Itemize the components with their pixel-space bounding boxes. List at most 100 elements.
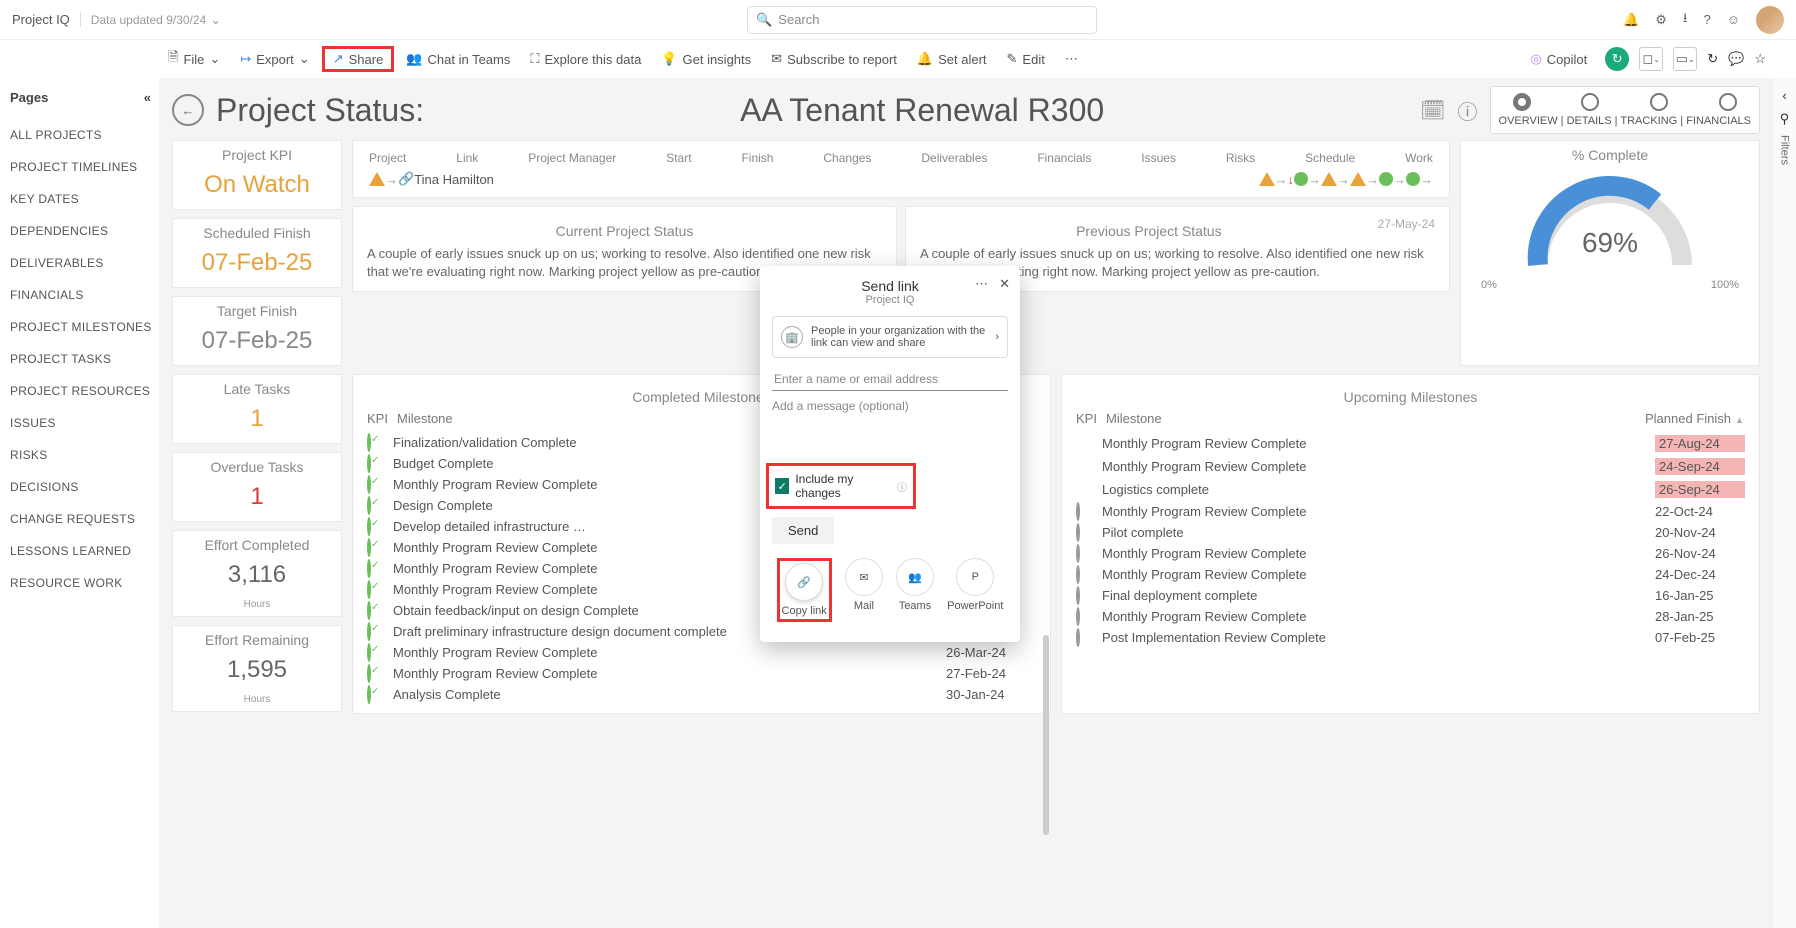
send-button[interactable]: Send (772, 517, 834, 544)
download-icon[interactable]: ⭳ (1683, 9, 1688, 31)
sidebar-item[interactable]: RESOURCE WORK (10, 567, 159, 599)
insights-button[interactable]: 💡Get insights (653, 47, 759, 71)
sidebar-item[interactable]: PROJECT TASKS (10, 343, 159, 375)
chat-teams-button[interactable]: 👥Chat in Teams (398, 47, 518, 71)
powerpoint-button[interactable]: PPowerPoint (947, 558, 1003, 622)
table-row[interactable]: Monthly Program Review Complete27-Aug-24 (1076, 432, 1745, 455)
check-icon (367, 517, 371, 536)
copilot-button[interactable]: ◎Copilot (1522, 47, 1595, 71)
sidebar-item[interactable]: FINANCIALS (10, 279, 159, 311)
share-button[interactable]: ↗Share (322, 46, 395, 72)
recipient-input[interactable]: Enter a name or email address (772, 368, 1008, 391)
table-row[interactable]: Pilot complete20-Nov-24 (1076, 522, 1745, 543)
calendar-icon[interactable]: 🗓 (1420, 98, 1445, 123)
upcoming-ms-title: Upcoming Milestones (1076, 383, 1745, 411)
table-row[interactable]: Analysis Complete30-Jan-24 (367, 684, 1036, 705)
sidebar-item[interactable]: DELIVERABLES (10, 247, 159, 279)
sidebar-item[interactable]: LESSONS LEARNED (10, 535, 159, 567)
status-col: Deliverables (921, 151, 987, 165)
col-milestone-u[interactable]: Milestone (1106, 411, 1645, 426)
ms-date: 24-Dec-24 (1655, 567, 1745, 582)
info-icon[interactable]: ⓘ (897, 479, 907, 494)
export-menu[interactable]: ↦Export⌄ (232, 47, 317, 71)
back-button[interactable]: ← (172, 94, 204, 126)
explore-button[interactable]: ⛶Explore this data (522, 47, 649, 71)
edit-button[interactable]: ✎Edit (999, 47, 1053, 71)
link-icon[interactable]: 🔗 (398, 171, 414, 187)
gauge-max: 100% (1711, 279, 1739, 291)
notification-icon[interactable]: 🔔 (1623, 12, 1639, 28)
sidebar-item[interactable]: DECISIONS (10, 471, 159, 503)
page-title: Project Status: (216, 92, 424, 129)
ms-date: 28-Jan-25 (1655, 609, 1745, 624)
sidebar-item[interactable]: DEPENDENCIES (10, 215, 159, 247)
ms-date: 26-Nov-24 (1655, 546, 1745, 561)
table-row[interactable]: Monthly Program Review Complete27-Feb-24 (367, 663, 1036, 684)
radio-financials[interactable] (1719, 93, 1737, 111)
reset-icon[interactable]: ↻ (1605, 47, 1629, 71)
sidebar-item[interactable]: ISSUES (10, 407, 159, 439)
alert-button[interactable]: 🔔Set alert (909, 47, 995, 71)
table-row[interactable]: Monthly Program Review Complete26-Nov-24 (1076, 543, 1745, 564)
schedfinish-title: Scheduled Finish (173, 219, 341, 247)
sidebar-item[interactable]: PROJECT RESOURCES (10, 375, 159, 407)
teams-button[interactable]: 👥Teams (896, 558, 934, 622)
sidebar-item[interactable]: CHANGE REQUESTS (10, 503, 159, 535)
table-row[interactable]: Monthly Program Review Complete26-Mar-24 (367, 642, 1036, 663)
check-icon (367, 643, 371, 662)
message-input[interactable]: Add a message (optional) (772, 399, 1008, 413)
mail-button[interactable]: ✉Mail (845, 558, 883, 622)
chevron-down-icon[interactable]: ⌄ (210, 12, 221, 28)
table-row[interactable]: Monthly Program Review Complete24-Dec-24 (1076, 564, 1745, 585)
radio-overview[interactable] (1513, 93, 1531, 111)
sidebar-item[interactable]: PROJECT MILESTONES (10, 311, 159, 343)
collapse-icon[interactable]: « (144, 90, 151, 105)
table-row[interactable]: Final deployment complete16-Jan-25 (1076, 585, 1745, 606)
search-input[interactable]: 🔍 Search (747, 6, 1097, 34)
sidebar-item[interactable]: PROJECT TIMELINES (10, 151, 159, 183)
table-row[interactable]: Monthly Program Review Complete24-Sep-24 (1076, 455, 1745, 478)
help-icon[interactable]: ? (1703, 12, 1710, 27)
scrollbar-thumb[interactable] (1043, 635, 1049, 835)
status-col: Schedule (1305, 151, 1355, 165)
table-row[interactable]: Post Implementation Review Complete07-Fe… (1076, 627, 1745, 648)
copy-link-button[interactable]: 🔗Copy link (777, 558, 832, 622)
table-row[interactable]: Monthly Program Review Complete22-Oct-24 (1076, 501, 1745, 522)
include-changes-checkbox[interactable]: ✓ Include my changes ⓘ (766, 463, 916, 509)
favorite-icon[interactable]: ☆ (1754, 51, 1766, 67)
upcoming-milestones: Upcoming Milestones KPIMilestonePlanned … (1061, 374, 1760, 714)
radio-tracking[interactable] (1650, 93, 1668, 111)
risks-kpi-icon (1321, 172, 1337, 186)
dialog-close-icon[interactable]: ✕ (999, 276, 1010, 292)
table-row[interactable]: Logistics complete26-Sep-24 (1076, 478, 1745, 501)
comment-icon[interactable]: 💬 (1728, 51, 1744, 67)
smiley-icon[interactable]: ☺ (1727, 12, 1740, 27)
view-nav[interactable]: OVERVIEW | DETAILS | TRACKING | FINANCIA… (1490, 86, 1760, 134)
col-kpi[interactable]: KPI (367, 411, 397, 426)
view-icon[interactable]: ▭⌄ (1673, 47, 1697, 71)
avatar[interactable] (1756, 6, 1784, 34)
refresh-icon[interactable]: ↻ (1707, 51, 1718, 67)
link-permissions[interactable]: 🏢 People in your organization with the l… (772, 316, 1008, 358)
expand-icon[interactable]: ‹ (1782, 88, 1786, 103)
col-planned-finish[interactable]: Planned Finish▲ (1645, 411, 1745, 426)
circle-icon (1076, 502, 1080, 521)
settings-icon[interactable]: ⚙ (1655, 12, 1667, 28)
effr-unit: Hours (173, 694, 341, 711)
filters-rail[interactable]: ‹ ⚲ Filters (1772, 78, 1796, 928)
subscribe-button[interactable]: ✉Subscribe to report (763, 47, 905, 71)
radio-details[interactable] (1581, 93, 1599, 111)
gauge-min: 0% (1481, 279, 1497, 291)
more-menu[interactable]: ⋯ (1057, 47, 1086, 71)
sidebar-item[interactable]: ALL PROJECTS (10, 119, 159, 151)
bookmark-icon[interactable]: ◻⌄ (1639, 47, 1663, 71)
sidebar-item[interactable]: RISKS (10, 439, 159, 471)
col-kpi-u[interactable]: KPI (1076, 411, 1106, 426)
dialog-more-icon[interactable]: ⋯ (975, 276, 988, 292)
project-name: AA Tenant Renewal R300 (436, 92, 1408, 129)
file-menu[interactable]: 🗎File⌄ (160, 44, 228, 74)
check-icon (367, 685, 371, 704)
info-icon[interactable]: ⓘ (1458, 96, 1478, 125)
sidebar-item[interactable]: KEY DATES (10, 183, 159, 215)
table-row[interactable]: Monthly Program Review Complete28-Jan-25 (1076, 606, 1745, 627)
